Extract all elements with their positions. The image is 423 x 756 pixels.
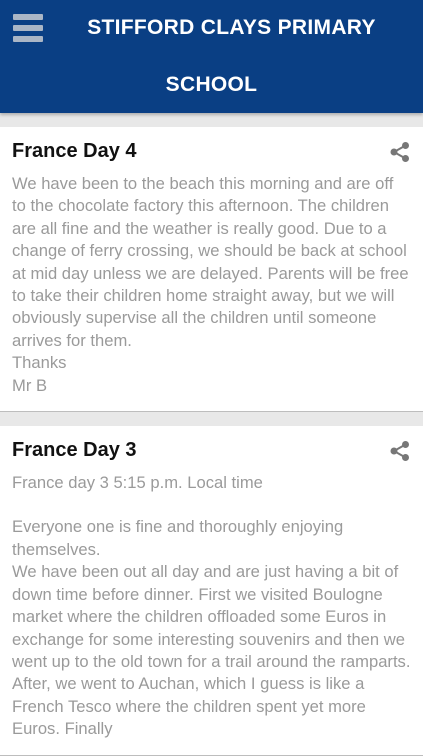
- post-paragraph: Everyone one is fine and thoroughly enjo…: [12, 517, 344, 559]
- page-title: STIFFORD CLAYS PRIMARY SCHOOL: [0, 13, 423, 100]
- page-title-line2: SCHOOL: [165, 73, 258, 96]
- post-paragraph: We have been out all day and are just ha…: [12, 562, 411, 739]
- post-card[interactable]: France Day 3 France day 3 5:15 p.m. Loca…: [0, 426, 423, 756]
- news-feed: France Day 4 We have been to the beach t…: [0, 127, 423, 756]
- share-icon[interactable]: [389, 141, 411, 163]
- post-body: We have been to the beach this morning a…: [12, 173, 411, 397]
- share-icon[interactable]: [389, 440, 411, 462]
- post-title[interactable]: France Day 4: [12, 139, 411, 163]
- post-paragraph: Thanks: [12, 353, 67, 373]
- post-paragraph: We have been to the beach this morning a…: [12, 174, 409, 350]
- post-body: France day 3 5:15 p.m. Local time Everyo…: [12, 472, 411, 740]
- post-title[interactable]: France Day 3: [12, 438, 411, 462]
- page-title-line1: STIFFORD CLAYS PRIMARY: [87, 16, 376, 39]
- app-header: STIFFORD CLAYS PRIMARY SCHOOL: [0, 0, 423, 113]
- post-subtitle: France day 3 5:15 p.m. Local time: [12, 473, 263, 493]
- post-card[interactable]: France Day 4 We have been to the beach t…: [0, 127, 423, 413]
- post-paragraph: Mr B: [12, 375, 48, 395]
